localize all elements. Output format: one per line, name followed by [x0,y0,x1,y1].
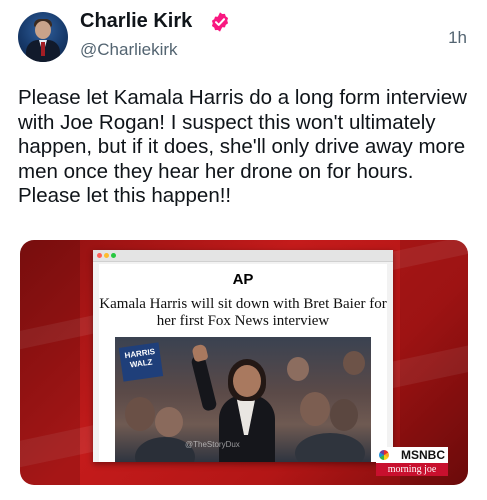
verified-badge-icon [211,12,229,32]
avatar[interactable] [18,12,68,62]
tweet-header: Charlie Kirk @Charliekirk 1h [18,8,473,68]
article-photo: HARRIS WALZ @TheStoryDux [115,337,371,462]
author-handle[interactable]: @Charliekirk [80,40,178,60]
peacock-icon [379,450,389,460]
screenshot-browser-window: AP Kamala Harris will sit down with Bret… [93,250,393,462]
article-headline: Kamala Harris will sit down with Bret Ba… [99,296,387,329]
photo-watermark: @TheStoryDux [185,440,240,449]
network-show-name: morning joe [376,463,448,476]
photo-campaign-sign: HARRIS WALZ [118,342,164,382]
browser-toolbar [93,250,393,262]
tweet-text: Please let Kamala Harris do a long form … [18,86,467,207]
timestamp[interactable]: 1h [448,28,467,48]
author-name[interactable]: Charlie Kirk [80,10,192,33]
tweet-media-image[interactable]: AP Kamala Harris will sit down with Bret… [20,240,468,485]
article-page: AP Kamala Harris will sit down with Bret… [99,264,387,462]
network-logo-text: MSNBC [401,448,445,462]
ap-logo: AP [232,271,254,288]
msnbc-logo: MSNBC morning joe [376,447,448,477]
